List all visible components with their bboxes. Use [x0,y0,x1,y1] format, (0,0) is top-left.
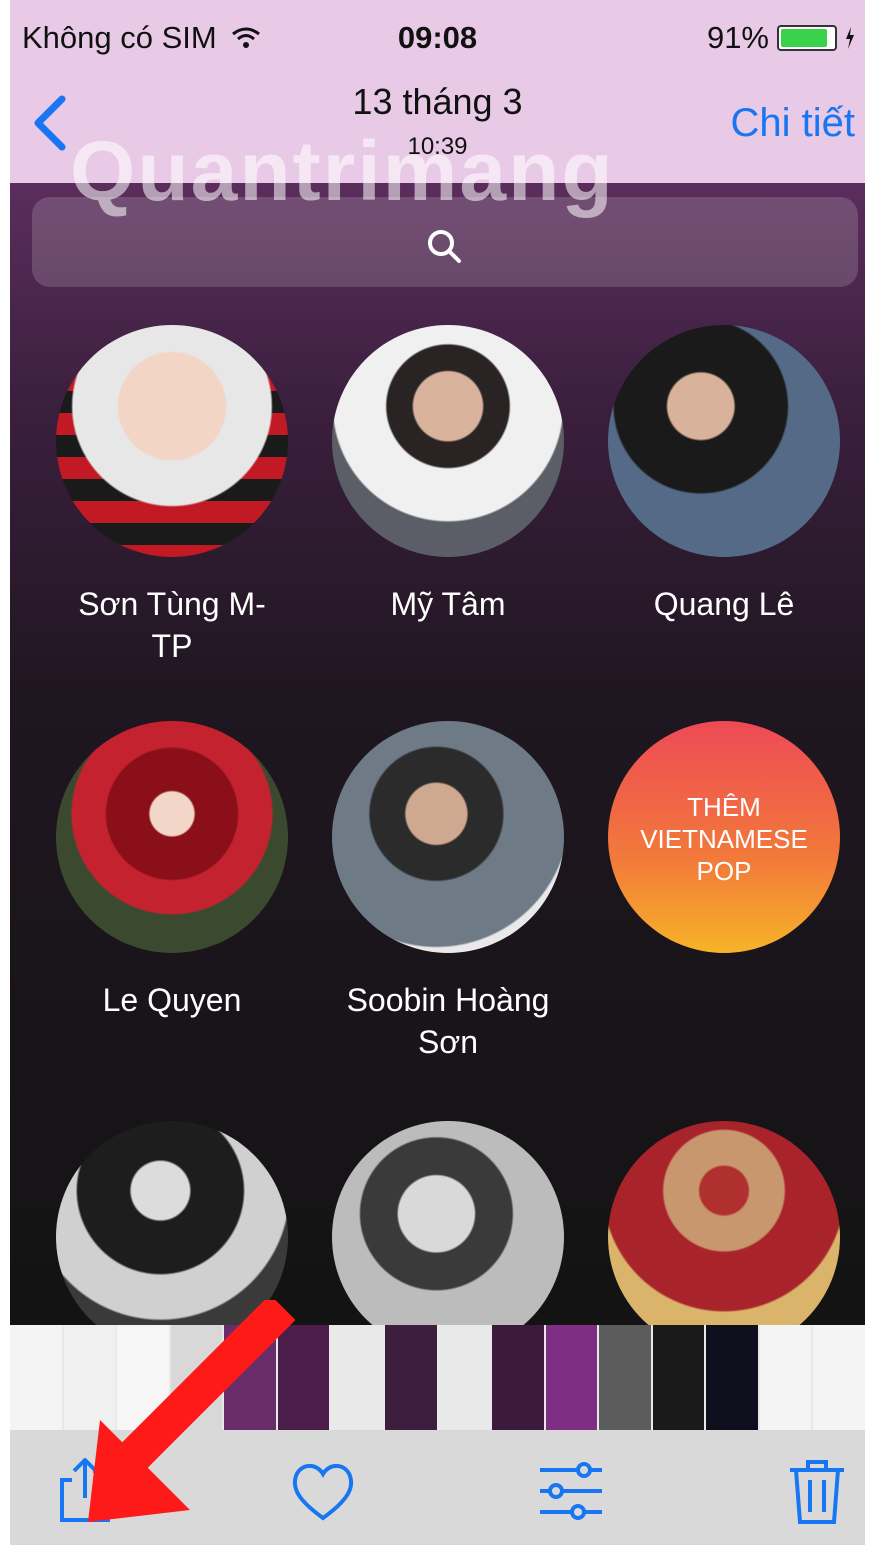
artist-cell[interactable]: Soobin Hoàng Sơn [318,721,578,1063]
artist-cell[interactable]: Mỹ Tâm [318,325,578,625]
thumbnail[interactable] [10,1325,62,1430]
artist-name: Le Quyen [102,982,242,1018]
thumbnail[interactable] [384,1325,437,1430]
artist-photo [56,721,288,953]
artist-name: Mỹ Tâm [390,586,506,622]
search-icon [428,230,461,263]
artist-name: Quang Lê [653,586,795,622]
thumbnail[interactable] [813,1325,865,1430]
add-genre-tile[interactable]: THÊM VIETNAMESE POP [594,721,854,953]
add-genre-circle: THÊM VIETNAMESE POP [608,721,840,953]
charging-icon [846,27,854,49]
watermark-logo: Quantrimang [70,124,615,218]
red-arrow-annotation [88,1300,296,1522]
thumbnail[interactable] [492,1325,544,1430]
thumbnail[interactable] [652,1325,705,1430]
artist-name: Sơn Tùng M- TP [78,586,266,664]
thumbnail[interactable] [599,1325,651,1430]
artist-cell[interactable]: Sơn Tùng M- TP [42,325,302,667]
battery-percent: 91% [706,20,769,55]
thumbnail[interactable] [545,1325,598,1430]
thumbnail[interactable] [331,1325,383,1430]
artist-cell[interactable]: Quang Lê [594,325,854,625]
trash-icon[interactable] [782,1456,852,1526]
battery-indicator: 91% [707,20,855,56]
add-genre-label: THÊM VIETNAMESE POP [640,792,808,886]
thumbnail[interactable] [438,1325,491,1430]
artist-photo [332,325,564,557]
battery-icon [777,25,837,51]
artist-photo [608,1121,840,1353]
thumbnail[interactable] [706,1325,758,1430]
artist-photo [56,325,288,557]
adjust-icon[interactable] [536,1456,606,1526]
artist-cell[interactable] [318,1121,578,1353]
status-bar: Không có SIM 09:08 91% [10,0,865,75]
artist-photo [332,721,564,953]
photo-content: Quantrimang Sơn Tùng M- TP Mỹ Tâm Quang … [10,124,865,1353]
artist-photo [608,325,840,557]
artist-cell[interactable]: Le Quyen [42,721,302,1021]
artist-cell[interactable] [594,1121,854,1353]
artist-photo [332,1121,564,1353]
artist-name: Soobin Hoàng Sơn [346,982,550,1060]
thumbnail[interactable] [759,1325,812,1430]
detail-button[interactable]: Chi tiết [731,101,856,146]
phone-screen: Không có SIM 09:08 91% 13 tháng 3 10:39 … [10,0,865,1545]
